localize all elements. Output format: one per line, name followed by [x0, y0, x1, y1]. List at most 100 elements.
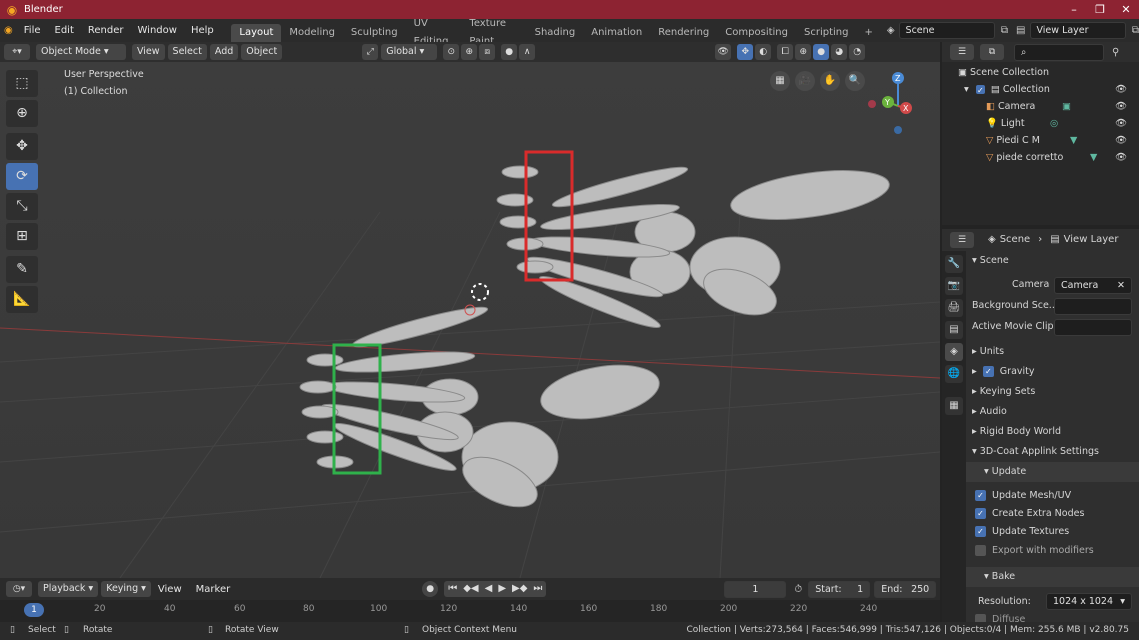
scene-panel-header[interactable]: ▾ Scene [972, 255, 1009, 266]
eye-icon[interactable]: 👁 [1115, 115, 1127, 132]
playback-menu[interactable]: Playback ▾ [38, 581, 99, 597]
mode-selector[interactable]: Object Mode ▾ [36, 44, 126, 60]
pan-hand-icon[interactable]: ✋ [820, 71, 840, 91]
tool-tab-icon[interactable]: 🔧 [945, 255, 963, 273]
select-box-icon[interactable]: ⬚ [6, 70, 38, 97]
menu-view[interactable]: View [132, 44, 165, 60]
timeline-view-menu[interactable]: View [151, 578, 189, 601]
camera-field[interactable]: Camera ✕ [1054, 277, 1132, 294]
menu-edit[interactable]: Edit [48, 19, 81, 42]
outliner-search-input[interactable]: ⌕ [1014, 43, 1104, 61]
scene-selector[interactable]: Scene [898, 22, 995, 39]
tab-sculpting[interactable]: Sculpting [343, 24, 406, 42]
update-subpanel-header[interactable]: ▾ Update [966, 462, 1139, 482]
render-tab-icon[interactable]: 📷 [945, 277, 963, 295]
keying-sets-panel[interactable]: ▸ Keying Sets [972, 386, 1035, 397]
collection-checkbox[interactable]: ✓ [975, 85, 985, 95]
playhead[interactable]: 1 [24, 603, 44, 617]
outliner-item-camera[interactable]: ◧ Camera ▣ 👁 [942, 98, 1139, 115]
scene-tab-icon[interactable]: ◈ [945, 343, 963, 361]
menu-window[interactable]: Window [131, 19, 184, 42]
editor-type-icon[interactable]: ⌖▾ [4, 44, 30, 60]
gravity-panel[interactable]: ▸ ✓ Gravity [972, 366, 1035, 377]
falloff-icon[interactable]: ∧ [519, 44, 536, 60]
eye-icon[interactable]: 👁 [1115, 149, 1127, 166]
rotate-tool-icon[interactable]: ⟳ [6, 163, 38, 190]
rendered-shading-icon[interactable]: ◔ [849, 44, 866, 60]
pivot-icon[interactable]: ⊙ [443, 44, 460, 60]
units-panel[interactable]: ▸ Units [972, 346, 1004, 357]
view-layer-selector[interactable]: View Layer [1029, 22, 1126, 39]
update-mesh-option[interactable]: ✓ Update Mesh/UV [975, 490, 1071, 501]
timeline-editor-icon[interactable]: ◷▾ [6, 581, 32, 597]
jump-start-icon[interactable]: ⏮ [448, 581, 457, 597]
rigid-body-panel[interactable]: ▸ Rigid Body World [972, 426, 1061, 437]
proportional-edit-icon[interactable]: ● [501, 44, 518, 60]
update-mesh-checkbox[interactable]: ✓ [975, 490, 986, 501]
jump-end-icon[interactable]: ⏭ [533, 581, 542, 597]
play-icon[interactable]: ▶ [498, 581, 506, 597]
keying-menu[interactable]: Keying ▾ [101, 581, 151, 597]
restore-icon[interactable]: ❐ [1087, 0, 1113, 19]
timeline-marker-menu[interactable]: Marker [189, 578, 238, 601]
texture-tab-icon[interactable]: ▦ [945, 397, 963, 415]
transform-tool-icon[interactable]: ⊞ [6, 223, 38, 250]
snap-icon[interactable]: ⊕ [461, 44, 478, 60]
end-frame-field[interactable]: End: 250 [874, 580, 937, 598]
tab-compositing[interactable]: Compositing [717, 24, 796, 42]
foot-skeleton-top[interactable] [496, 161, 892, 334]
update-textures-checkbox[interactable]: ✓ [975, 526, 986, 537]
close-icon[interactable]: ✕ [1113, 0, 1139, 19]
next-keyframe-icon[interactable]: ▶◆ [512, 581, 527, 597]
audio-panel[interactable]: ▸ Audio [972, 406, 1007, 417]
start-frame-field[interactable]: Start: 1 [808, 580, 871, 598]
tab-animation[interactable]: Animation [583, 24, 650, 42]
tab-shading[interactable]: Shading [527, 24, 584, 42]
tab-rendering[interactable]: Rendering [650, 24, 717, 42]
stopwatch-icon[interactable]: ⏱ [794, 584, 802, 595]
snap-target-icon[interactable]: ⧈ [479, 44, 496, 60]
timeline-ruler[interactable]: 1 20 40 60 80 100 120 140 160 180 200 22… [0, 600, 940, 622]
applink-panel[interactable]: ▾ 3D-Coat Applink Settings [972, 446, 1099, 457]
outliner-item-collection[interactable]: ▾ ✓ ▤ Collection 👁 [942, 81, 1139, 98]
movie-clip-field[interactable] [1054, 319, 1132, 336]
export-modifiers-checkbox[interactable] [975, 545, 986, 556]
extra-nodes-option[interactable]: ✓ Create Extra Nodes [975, 508, 1084, 519]
clear-icon[interactable]: ✕ [1117, 278, 1125, 293]
tab-scripting[interactable]: Scripting [796, 24, 856, 42]
eye-icon[interactable]: 👁 [1115, 132, 1127, 149]
camera-view-icon[interactable]: 🎥 [795, 71, 815, 91]
gizmo-toggle-icon[interactable]: ✥ [737, 44, 754, 60]
background-scene-field[interactable] [1054, 298, 1132, 315]
menu-add[interactable]: Add [209, 44, 239, 60]
update-textures-option[interactable]: ✓ Update Textures [975, 526, 1069, 537]
xray-icon[interactable]: ⧠ [777, 44, 794, 60]
measure-tool-icon[interactable]: 📐 [6, 286, 38, 313]
menu-help[interactable]: Help [184, 19, 221, 42]
annotate-tool-icon[interactable]: ✎ [6, 256, 38, 283]
new-scene-icon[interactable]: ⧉ [1001, 25, 1008, 36]
solid-shading-icon[interactable]: ● [813, 44, 830, 60]
outliner-item-light[interactable]: 💡 Light ◎ 👁 [942, 115, 1139, 132]
extra-nodes-checkbox[interactable]: ✓ [975, 508, 986, 519]
world-tab-icon[interactable]: 🌐 [945, 365, 963, 383]
transform-orientation-icon[interactable]: ⤢ [362, 44, 379, 60]
visibility-icon[interactable]: 👁 [715, 44, 732, 60]
outliner-item-piede-corretto[interactable]: ▽ piede corretto ▼ 👁 [942, 149, 1139, 166]
record-icon[interactable]: ● [422, 581, 439, 597]
menu-file[interactable]: File [17, 19, 48, 42]
play-reverse-icon[interactable]: ◀ [485, 581, 493, 597]
orientation-selector[interactable]: Global ▾ [381, 44, 438, 60]
minimize-icon[interactable]: – [1061, 0, 1087, 19]
foot-skeleton-bottom[interactable] [299, 301, 663, 517]
tab-layout[interactable]: Layout [231, 23, 282, 42]
navigation-gizmo[interactable]: Z Y X [860, 70, 940, 150]
outliner-root[interactable]: ▣ Scene Collection [942, 64, 1139, 81]
menu-object[interactable]: Object [241, 44, 283, 60]
scale-tool-icon[interactable]: ⤡ [6, 193, 38, 220]
gravity-checkbox[interactable]: ✓ [982, 366, 994, 377]
properties-editor-icon[interactable]: ☰ [950, 231, 974, 248]
new-view-layer-icon[interactable]: ⧉ [1132, 25, 1139, 36]
view-layer-tab-icon[interactable]: ▤ [945, 321, 963, 339]
current-frame-field[interactable]: 1 [724, 580, 787, 598]
